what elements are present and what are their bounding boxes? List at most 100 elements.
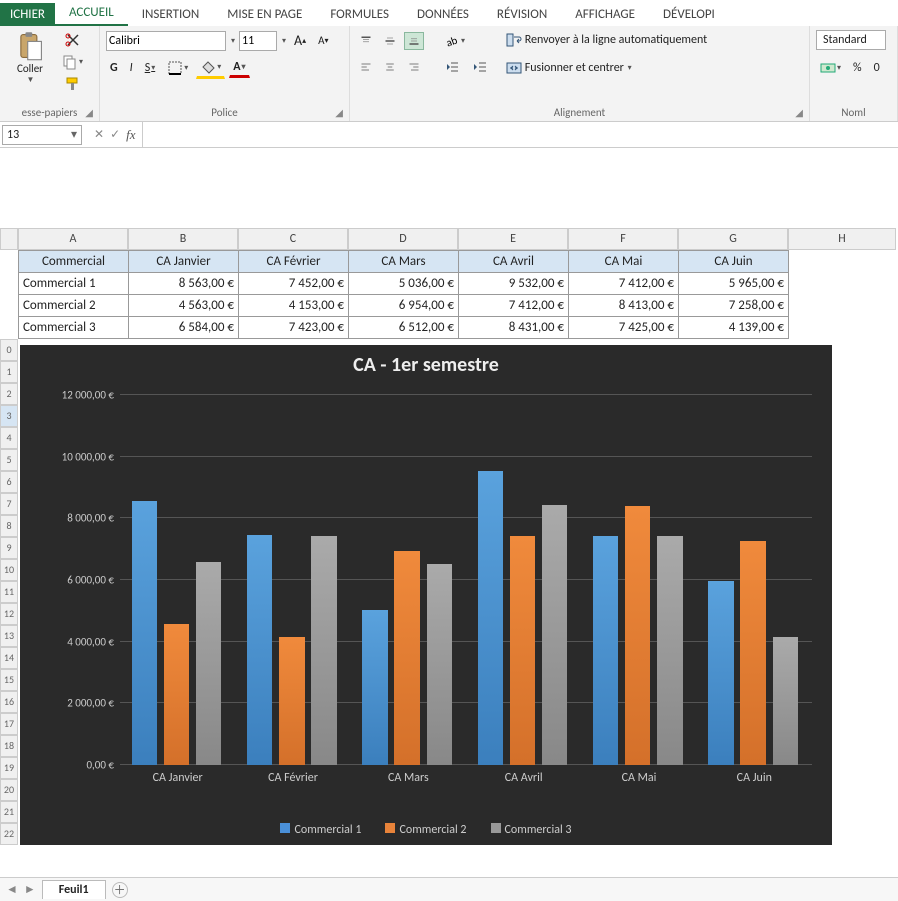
decrease-indent-button[interactable] <box>440 57 464 77</box>
add-sheet-button[interactable]: ＋ <box>112 882 128 898</box>
col-header[interactable]: G <box>678 228 788 250</box>
table-header[interactable]: CA Février <box>239 251 349 273</box>
table-header[interactable]: CA Janvier <box>129 251 239 273</box>
tab-donnees[interactable]: DONNÉES <box>403 3 483 26</box>
chart-bar[interactable] <box>279 637 304 765</box>
col-header[interactable]: D <box>348 228 458 250</box>
cell[interactable]: 7 425,00 € <box>569 317 679 339</box>
row-header[interactable]: 2 <box>0 383 18 405</box>
chart-bar[interactable] <box>657 536 682 765</box>
row-header[interactable]: 7 <box>0 493 18 515</box>
tab-insertion[interactable]: INSERTION <box>128 3 214 26</box>
tab-revision[interactable]: RÉVISION <box>483 3 561 26</box>
cell[interactable]: 7 412,00 € <box>459 295 569 317</box>
cell[interactable]: 4 563,00 € <box>129 295 239 317</box>
clipboard-dialog-launcher[interactable]: ◢ <box>85 106 93 119</box>
chart[interactable]: CA - 1er semestre 0,00 €2 000,00 €4 000,… <box>20 345 832 845</box>
align-center-button[interactable] <box>380 58 400 76</box>
row-header[interactable]: 19 <box>0 757 18 779</box>
chart-bar[interactable] <box>542 505 567 765</box>
sheet-tab[interactable]: Feuil1 <box>42 880 106 899</box>
cell[interactable]: 8 431,00 € <box>459 317 569 339</box>
chart-bar[interactable] <box>362 610 387 765</box>
cell[interactable]: 7 423,00 € <box>239 317 349 339</box>
number-format-combo[interactable]: Standard <box>816 30 886 50</box>
cell[interactable]: 5 965,00 € <box>679 273 789 295</box>
underline-button[interactable]: S▾ <box>141 59 160 77</box>
row-header[interactable]: 8 <box>0 515 18 537</box>
select-all-corner[interactable] <box>0 228 18 250</box>
font-size-dropdown-icon[interactable]: ▾ <box>282 36 286 46</box>
increase-font-button[interactable]: A▴ <box>290 30 310 51</box>
format-painter-button[interactable] <box>58 74 87 94</box>
col-header[interactable]: B <box>128 228 238 250</box>
percent-button[interactable]: % <box>849 59 866 77</box>
chart-bar[interactable] <box>593 536 618 765</box>
tab-developpeur[interactable]: DÉVELOPI <box>649 3 729 26</box>
table-header[interactable]: Commercial <box>19 251 129 273</box>
paste-button[interactable]: Coller ▼ <box>6 30 54 85</box>
align-top-button[interactable] <box>356 32 376 50</box>
col-header[interactable]: C <box>238 228 348 250</box>
cut-button[interactable] <box>58 30 87 50</box>
row-header[interactable]: 15 <box>0 669 18 691</box>
italic-button[interactable]: I <box>126 59 137 77</box>
chart-bar[interactable] <box>740 541 765 765</box>
chart-bar[interactable] <box>478 471 503 765</box>
align-left-button[interactable] <box>356 58 376 76</box>
row-header[interactable]: 1 <box>0 361 18 383</box>
cell[interactable]: 9 532,00 € <box>459 273 569 295</box>
fill-color-button[interactable]: ▾ <box>196 57 225 79</box>
cancel-formula-button[interactable]: ✕ <box>94 127 104 143</box>
chart-bar[interactable] <box>132 501 157 765</box>
tab-affichage[interactable]: AFFICHAGE <box>561 3 649 26</box>
bold-button[interactable]: G <box>106 59 122 77</box>
accept-formula-button[interactable]: ✓ <box>110 127 120 143</box>
row-header[interactable]: 20 <box>0 779 18 801</box>
accounting-format-button[interactable]: ▾ <box>816 58 845 78</box>
cell[interactable]: 7 258,00 € <box>679 295 789 317</box>
row-header[interactable]: 6 <box>0 471 18 493</box>
copy-button[interactable]: ▾ <box>58 52 87 72</box>
row-header[interactable]: 5 <box>0 449 18 471</box>
row-header[interactable]: 4 <box>0 427 18 449</box>
align-middle-button[interactable] <box>380 32 400 50</box>
row-header[interactable]: 21 <box>0 801 18 823</box>
chart-bar[interactable] <box>394 551 419 765</box>
col-header[interactable]: A <box>18 228 128 250</box>
font-color-button[interactable]: A▾ <box>229 58 249 78</box>
align-bottom-button[interactable] <box>404 32 424 50</box>
cell[interactable]: 4 139,00 € <box>679 317 789 339</box>
row-header[interactable]: 18 <box>0 735 18 757</box>
row-header[interactable]: 17 <box>0 713 18 735</box>
chart-bar[interactable] <box>510 536 535 765</box>
row-header[interactable]: 14 <box>0 647 18 669</box>
formula-input[interactable] <box>142 122 898 147</box>
sheet-nav-prev[interactable]: ◄ <box>6 882 18 897</box>
table-header[interactable]: CA Juin <box>679 251 789 273</box>
col-header[interactable]: H <box>788 228 896 250</box>
cell[interactable]: 6 584,00 € <box>129 317 239 339</box>
row-header[interactable]: 9 <box>0 537 18 559</box>
chart-bar[interactable] <box>708 581 733 765</box>
tab-file[interactable]: ICHIER <box>0 3 55 26</box>
row-header[interactable]: 0 <box>0 339 18 361</box>
sheet-nav-next[interactable]: ► <box>24 882 36 897</box>
cell[interactable]: 6 512,00 € <box>349 317 459 339</box>
font-size-combo[interactable] <box>239 31 277 51</box>
increase-indent-button[interactable] <box>468 57 492 77</box>
row-header[interactable]: 13 <box>0 625 18 647</box>
row-header[interactable]: 11 <box>0 581 18 603</box>
chart-bar[interactable] <box>311 536 336 765</box>
font-name-dropdown-icon[interactable]: ▾ <box>231 36 235 46</box>
chart-bar[interactable] <box>196 562 221 765</box>
chart-bar[interactable] <box>164 624 189 765</box>
chart-bar[interactable] <box>625 506 650 765</box>
merge-center-button[interactable]: Fusionner et centrer ▾ <box>502 58 711 78</box>
row-header[interactable]: 12 <box>0 603 18 625</box>
row-header[interactable]: 22 <box>0 823 18 845</box>
cell[interactable]: 7 452,00 € <box>239 273 349 295</box>
align-right-button[interactable] <box>404 58 424 76</box>
cell[interactable]: 8 563,00 € <box>129 273 239 295</box>
cell[interactable]: Commercial 3 <box>19 317 129 339</box>
